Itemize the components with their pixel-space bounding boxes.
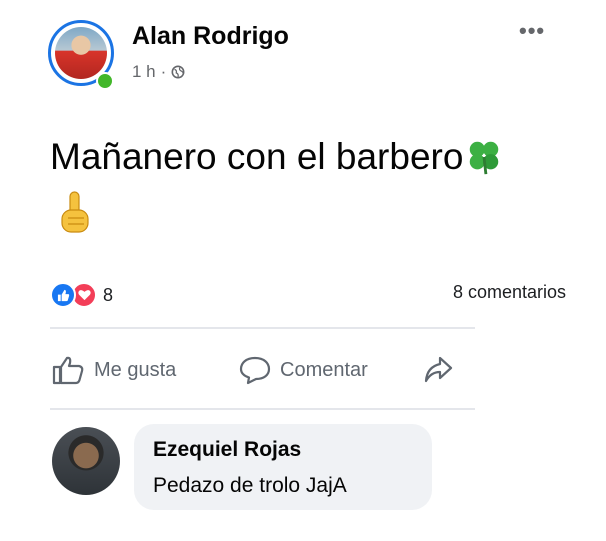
commenter-avatar[interactable] [52, 427, 120, 495]
share-button[interactable] [422, 355, 462, 385]
more-options-icon[interactable]: ••• [519, 18, 545, 44]
index-finger-up-icon [61, 191, 89, 233]
clover-icon [470, 141, 499, 175]
author-avatar-photo [55, 27, 107, 79]
meta-separator: · [160, 62, 167, 81]
online-status-dot [96, 72, 114, 90]
facebook-post: Alan Rodrigo 1 h · ••• Mañanero con el b… [0, 0, 606, 541]
commenter-name[interactable]: Ezequiel Rojas [153, 438, 301, 462]
like-reaction-icon [50, 282, 76, 308]
reaction-count: 8 [103, 284, 114, 305]
divider-top [50, 327, 475, 329]
thumbs-up-icon [52, 356, 84, 385]
share-arrow-icon [424, 356, 453, 383]
divider-bottom [50, 408, 475, 410]
comment-button[interactable]: Comentar [238, 355, 368, 385]
reactions-summary[interactable]: 8 [50, 282, 113, 308]
post-meta: 1 h · [132, 62, 185, 82]
globe-icon [171, 65, 185, 79]
post-author-name[interactable]: Alan Rodrigo [132, 22, 289, 51]
like-button[interactable]: Me gusta [52, 355, 176, 385]
speech-bubble-icon [239, 356, 271, 385]
like-button-label: Me gusta [94, 358, 177, 381]
post-timestamp[interactable]: 1 h [132, 62, 156, 82]
comments-count-link[interactable]: 8 comentarios [453, 282, 566, 303]
comment-text: Pedazo de trolo JajA [153, 474, 347, 497]
post-text-line: Mañanero con el barbero [50, 136, 503, 178]
comment-button-label: Comentar [280, 358, 368, 381]
post-text: Mañanero con el barbero [50, 136, 464, 177]
comment-bubble: Ezequiel Rojas Pedazo de trolo JajA [134, 424, 432, 510]
